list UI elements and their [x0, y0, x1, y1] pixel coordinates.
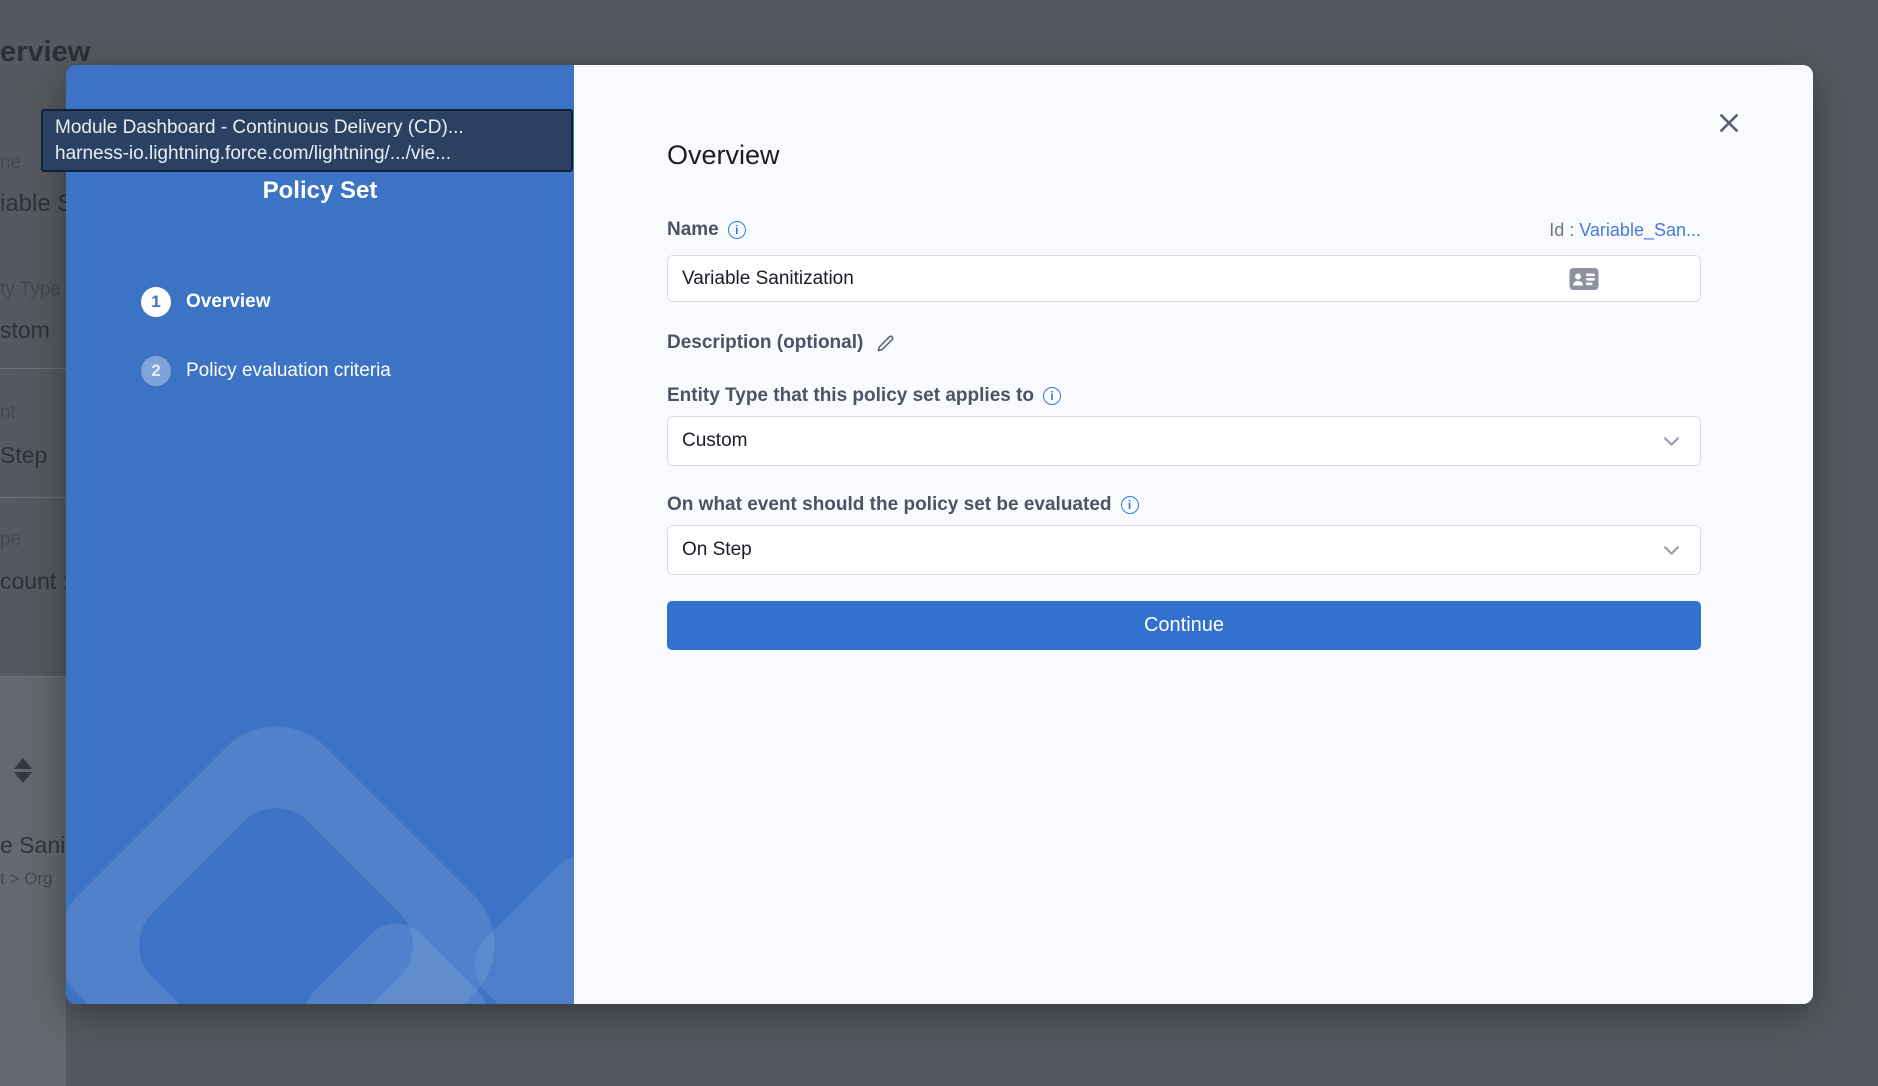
- event-label: On what event should the policy set be e…: [667, 493, 1701, 517]
- page-title: Overview: [667, 140, 780, 171]
- bg-fragment: e Sani: [0, 832, 65, 859]
- tooltip-url: harness-io.lightning.force.com/lightning…: [55, 141, 559, 167]
- description-label: Description (optional): [667, 331, 1701, 355]
- wizard-step-policy-evaluation-criteria[interactable]: 2 Policy evaluation criteria: [141, 356, 391, 386]
- info-icon[interactable]: i: [1043, 387, 1061, 405]
- wizard-step-overview[interactable]: 1 Overview: [141, 287, 391, 317]
- step-number-badge: 2: [141, 356, 171, 386]
- harness-watermark-logo: [66, 65, 574, 1004]
- entity-type-select[interactable]: Custom: [667, 416, 1701, 466]
- info-icon[interactable]: i: [1121, 496, 1139, 514]
- chevron-down-icon: [1663, 436, 1680, 447]
- entity-type-label: Entity Type that this policy set applies…: [667, 384, 1701, 408]
- close-icon: [1716, 110, 1742, 136]
- edit-pencil-icon[interactable]: [875, 333, 896, 354]
- policy-set-modal: Policy Set 1 Overview 2 Policy evaluatio…: [66, 65, 1813, 1004]
- bg-fragment: nt: [0, 402, 16, 424]
- bg-fragment: pe: [0, 529, 21, 551]
- step-label: Policy evaluation criteria: [186, 360, 391, 382]
- step-number-badge: 1: [141, 287, 171, 317]
- step-label: Overview: [186, 291, 271, 313]
- id-link[interactable]: Variable_San...: [1579, 220, 1701, 240]
- divider: [0, 676, 66, 677]
- wizard-title: Policy Set: [66, 177, 574, 205]
- bg-fragment: Step: [0, 442, 47, 469]
- name-input[interactable]: [667, 255, 1701, 302]
- overview-form-panel: Overview Name i Id : Variable_San...: [574, 65, 1813, 1004]
- info-icon[interactable]: i: [728, 221, 746, 239]
- divider: [0, 497, 66, 498]
- page: erview ne iable S ty Type stom nt Step p…: [0, 0, 1878, 1086]
- event-value: On Step: [682, 539, 752, 561]
- description-label-text: Description (optional): [667, 332, 863, 354]
- divider: [0, 368, 66, 369]
- event-label-text: On what event should the policy set be e…: [667, 494, 1112, 516]
- bg-fragment: ty Type: [0, 279, 61, 301]
- wizard-sidebar: Policy Set 1 Overview 2 Policy evaluatio…: [66, 65, 574, 1004]
- continue-button[interactable]: Continue: [667, 601, 1701, 650]
- name-label-row: Name i Id : Variable_San...: [667, 217, 1701, 243]
- bg-fragment: stom: [0, 317, 50, 344]
- wizard-steps: 1 Overview 2 Policy evaluation criteria: [141, 287, 391, 386]
- bg-fragment: t > Org: [0, 869, 52, 889]
- sort-icon: [14, 758, 32, 783]
- entity-type-label-text: Entity Type that this policy set applies…: [667, 385, 1034, 407]
- bg-fragment: iable S: [0, 190, 73, 218]
- bg-fragment: count :: [0, 568, 69, 595]
- name-label-text: Name: [667, 219, 719, 241]
- entity-type-value: Custom: [682, 430, 747, 452]
- entity-id: Id : Variable_San...: [1549, 220, 1701, 241]
- event-select[interactable]: On Step: [667, 525, 1701, 575]
- name-label: Name i: [667, 219, 746, 241]
- chevron-down-icon: [1663, 545, 1680, 556]
- tooltip-title: Module Dashboard - Continuous Delivery (…: [55, 115, 559, 141]
- id-prefix: Id :: [1549, 220, 1579, 240]
- bg-fragment: ne: [0, 152, 21, 174]
- link-status-tooltip: Module Dashboard - Continuous Delivery (…: [41, 109, 573, 172]
- close-button[interactable]: [1714, 108, 1744, 138]
